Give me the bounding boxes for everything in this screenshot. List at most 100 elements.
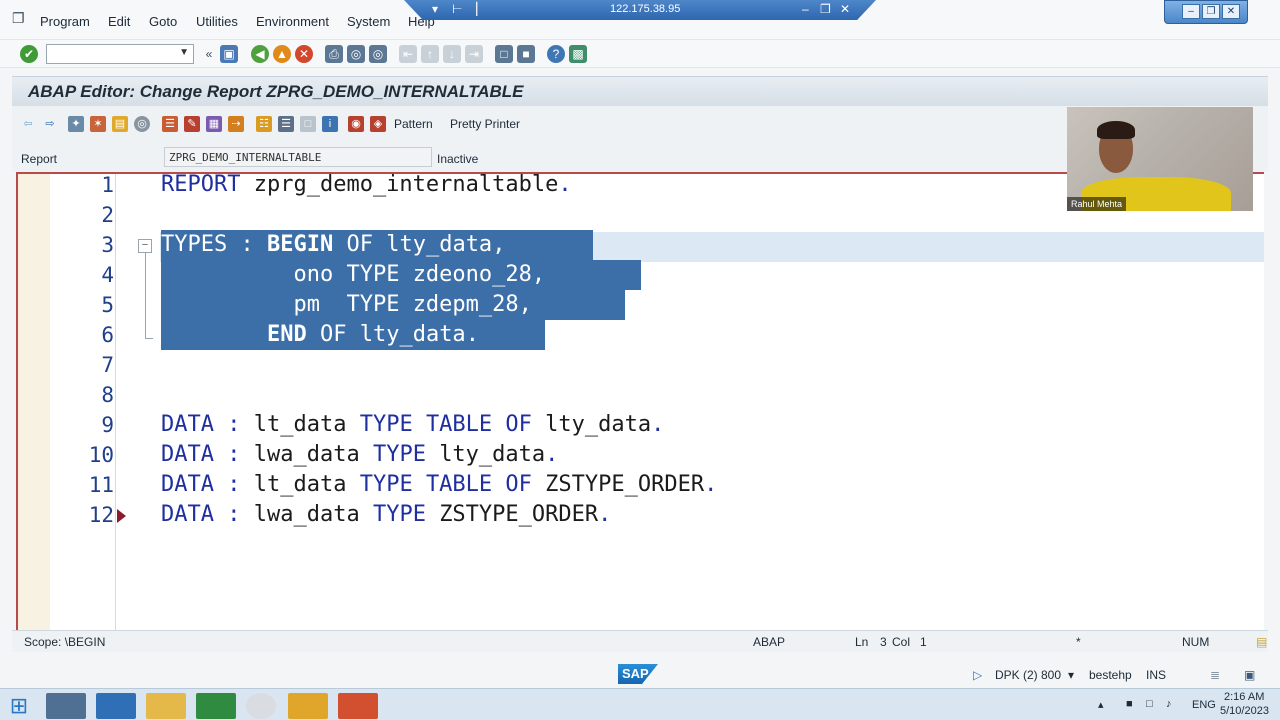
cancel-icon[interactable]: ✕ xyxy=(295,45,313,63)
presenter-name: Rahul Mehta xyxy=(1067,197,1127,211)
back-icon[interactable]: ◀ xyxy=(251,45,269,63)
shortcut-icon[interactable]: ■ xyxy=(517,45,535,63)
line-number: 3 xyxy=(101,233,114,257)
code-area[interactable]: REPORT zprg_demo_internaltable. TYPES : B… xyxy=(161,170,1261,530)
close-icon[interactable]: ✕ xyxy=(840,2,850,16)
pattern-button[interactable]: Pattern xyxy=(394,117,433,131)
status-settings-icon[interactable]: ▤ xyxy=(1256,635,1267,649)
collapse-icon[interactable]: « xyxy=(200,45,218,63)
line-number: 7 xyxy=(101,353,114,377)
split-screen-icon[interactable]: □ xyxy=(300,116,316,132)
input-language[interactable]: ENG xyxy=(1192,699,1216,711)
new-session-icon[interactable]: □ xyxy=(495,45,513,63)
command-input[interactable] xyxy=(47,45,175,63)
enhance-icon[interactable]: ⇢ xyxy=(228,116,244,132)
code-line[interactable]: END OF lty_data. xyxy=(161,320,545,350)
navigation-window-icon[interactable]: ▦ xyxy=(206,116,222,132)
menu-goto[interactable]: Goto xyxy=(149,14,177,29)
fold-collapse-icon[interactable]: − xyxy=(138,239,152,253)
code-line[interactable]: DATA : lt_data TYPE TABLE OF lty_data. xyxy=(161,410,664,440)
menu-environment[interactable]: Environment xyxy=(256,14,329,29)
layout-icon[interactable]: ≣ xyxy=(1210,668,1220,682)
webcam-overlay: Rahul Mehta xyxy=(1067,107,1253,211)
restore-icon[interactable]: ❐ xyxy=(820,2,831,16)
chevron-down-icon[interactable]: ▾ xyxy=(1068,668,1074,682)
activate-icon[interactable]: ✶ xyxy=(90,116,106,132)
sap-logon-icon[interactable] xyxy=(288,693,328,719)
monitor-icon[interactable]: □ xyxy=(1146,698,1153,710)
code-line[interactable]: DATA : lt_data TYPE TABLE OF ZSTYPE_ORDE… xyxy=(161,470,717,500)
check-syntax-icon[interactable]: ✦ xyxy=(68,116,84,132)
menu-system[interactable]: System xyxy=(347,14,390,29)
hierarchy-icon[interactable]: ☷ xyxy=(256,116,272,132)
volume-icon[interactable]: ♪ xyxy=(1166,698,1172,710)
clock-time[interactable]: 2:16 AM xyxy=(1224,691,1264,703)
pin-icon[interactable]: ⊢ xyxy=(452,2,462,16)
previous-page-icon[interactable]: ↑ xyxy=(421,45,439,63)
display-object-icon[interactable]: ✎ xyxy=(184,116,200,132)
arrow-left-icon[interactable]: ⇦ xyxy=(20,116,36,132)
signal-icon: ▕ xyxy=(468,2,478,16)
clock-date[interactable]: 5/10/2023 xyxy=(1220,705,1269,717)
restore-icon[interactable]: ❐ xyxy=(1202,4,1220,19)
minimize-icon[interactable]: – xyxy=(1182,4,1200,19)
play-icon[interactable]: ▷ xyxy=(973,668,982,682)
system-info[interactable]: DPK (2) 800 xyxy=(995,668,1061,682)
code-line[interactable]: DATA : lwa_data TYPE ZSTYPE_ORDER. xyxy=(161,500,611,530)
save-icon[interactable]: ▣ xyxy=(220,45,238,63)
object-list-icon[interactable]: ☰ xyxy=(162,116,178,132)
command-field[interactable]: ▼ xyxy=(46,44,194,64)
customize-layout-icon[interactable]: ▩ xyxy=(569,45,587,63)
menu-program[interactable]: Program xyxy=(40,14,90,29)
code-line[interactable]: ono TYPE zdeono_28, xyxy=(161,260,641,290)
close-icon[interactable]: ✕ xyxy=(1222,4,1240,19)
pretty-printer-button[interactable]: Pretty Printer xyxy=(450,117,520,131)
lock-icon[interactable]: ▣ xyxy=(1244,668,1255,682)
server-manager-icon[interactable] xyxy=(46,693,86,719)
code-line[interactable]: REPORT zprg_demo_internaltable. xyxy=(161,170,572,200)
code-line[interactable]: DATA : lwa_data TYPE lty_data. xyxy=(161,440,558,470)
column-value: 1 xyxy=(920,635,927,649)
menu-edit[interactable]: Edit xyxy=(108,14,130,29)
chrome-icon[interactable] xyxy=(246,693,276,719)
where-used-icon[interactable]: ◎ xyxy=(134,116,150,132)
system-menu-icon[interactable]: ❐ xyxy=(12,10,28,26)
powershell-icon[interactable] xyxy=(96,693,136,719)
show-hidden-icons[interactable]: ▴ xyxy=(1098,698,1104,711)
code-line[interactable]: pm TYPE zdepm_28, xyxy=(161,290,625,320)
breakpoint-marker-icon xyxy=(117,509,126,523)
sap-gui-icon[interactable] xyxy=(338,693,378,719)
find-next-icon[interactable]: ◎ xyxy=(369,45,387,63)
code-line[interactable]: TYPES : BEGIN OF lty_data, xyxy=(161,230,593,260)
chevron-down-icon[interactable]: ▼ xyxy=(179,47,189,58)
next-page-icon[interactable]: ↓ xyxy=(443,45,461,63)
help-icon[interactable]: ? xyxy=(547,45,565,63)
file-explorer-icon[interactable] xyxy=(146,693,186,719)
line-value: 3 xyxy=(880,635,887,649)
activation-status: Inactive xyxy=(437,152,479,166)
external-breakpoint-icon[interactable]: ◈ xyxy=(370,116,386,132)
chevron-down-icon[interactable]: ▾ xyxy=(432,2,438,16)
user-name: bestehp xyxy=(1089,668,1132,682)
indent-icon[interactable]: ☰ xyxy=(278,116,294,132)
print-icon[interactable]: ⎙ xyxy=(325,45,343,63)
arrow-right-icon[interactable]: ⇨ xyxy=(42,116,58,132)
info-icon[interactable]: i xyxy=(322,116,338,132)
menu-utilities[interactable]: Utilities xyxy=(196,14,238,29)
breakpoint-icon[interactable]: ◉ xyxy=(348,116,364,132)
presenter-hair xyxy=(1097,121,1135,139)
line-label: Ln xyxy=(855,635,869,649)
find-icon[interactable]: ◎ xyxy=(347,45,365,63)
num-lock-indicator: NUM xyxy=(1182,635,1210,649)
exit-icon[interactable]: ▲ xyxy=(273,45,291,63)
excel-icon[interactable] xyxy=(196,693,236,719)
enter-check-icon[interactable]: ✔ xyxy=(20,45,38,63)
line-number: 12 xyxy=(88,503,114,527)
windows-start-icon[interactable]: ⊞ xyxy=(0,693,38,719)
test-icon[interactable]: ▤ xyxy=(112,116,128,132)
last-page-icon[interactable]: ⇥ xyxy=(465,45,483,63)
first-page-icon[interactable]: ⇤ xyxy=(399,45,417,63)
line-number: 5 xyxy=(101,293,114,317)
network-icon[interactable]: ■ xyxy=(1126,698,1133,710)
minimize-icon[interactable]: – xyxy=(802,2,809,16)
